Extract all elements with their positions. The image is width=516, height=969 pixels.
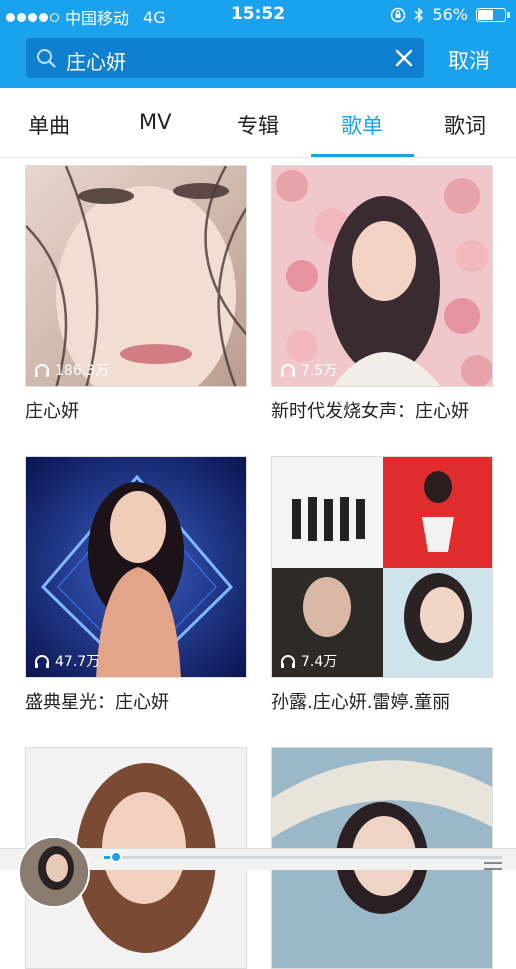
tab-lyrics[interactable]: 歌词 xyxy=(444,110,486,140)
cover-image xyxy=(272,457,492,677)
playlist-menu-icon[interactable] xyxy=(484,862,502,870)
progress-track[interactable] xyxy=(104,856,502,859)
headphones-icon xyxy=(35,364,49,377)
headphones-icon xyxy=(35,655,49,668)
status-right: 56% xyxy=(390,5,510,24)
tab-songs[interactable]: 单曲 xyxy=(28,110,70,140)
cover-image xyxy=(272,166,492,386)
playlist-cover[interactable]: 47.7万 xyxy=(25,456,247,678)
rotation-lock-icon xyxy=(391,7,406,22)
search-query: 庄心妍 xyxy=(66,50,126,74)
tab-albums[interactable]: 专辑 xyxy=(237,110,279,140)
battery-icon xyxy=(476,7,510,22)
cover-image xyxy=(26,457,246,677)
search-input[interactable]: 庄心妍 xyxy=(26,38,424,78)
tab-mv[interactable]: MV xyxy=(139,110,171,134)
search-icon xyxy=(37,49,56,68)
progress-knob[interactable] xyxy=(110,851,122,863)
battery-percent: 56% xyxy=(432,5,468,24)
tab-playlists[interactable]: 歌单 xyxy=(341,110,383,140)
play-count-value: 47.7万 xyxy=(55,654,101,670)
headphones-icon xyxy=(281,364,295,377)
play-count: 47.7万 xyxy=(34,651,100,671)
cancel-button[interactable]: 取消 xyxy=(448,45,490,75)
clear-icon[interactable] xyxy=(394,48,414,68)
cover-image xyxy=(26,166,246,386)
bluetooth-icon xyxy=(414,6,424,23)
play-count: 186.3万 xyxy=(34,360,109,380)
headphones-icon xyxy=(281,655,295,668)
playlist-title[interactable]: 新时代发烧女声：庄心妍 xyxy=(271,397,469,423)
playlist-cover[interactable]: 186.3万 xyxy=(25,165,247,387)
playlist-title[interactable]: 孙露.庄心妍.雷婷.童丽 xyxy=(271,688,450,714)
app-header: 中国移动 4G 15:52 56% 庄心妍 取消 xyxy=(0,0,516,88)
battery-level xyxy=(478,9,493,20)
play-count: 7.4万 xyxy=(280,651,337,671)
status-bar: 中国移动 4G 15:52 56% xyxy=(0,0,516,30)
tab-active-indicator xyxy=(311,154,414,157)
playlist-cover[interactable]: 7.4万 xyxy=(271,456,493,678)
playlist-cover[interactable]: 7.5万 xyxy=(271,165,493,387)
play-count-value: 7.5万 xyxy=(301,363,338,379)
tab-bar: 单曲 MV 专辑 歌单 歌词 xyxy=(0,88,516,158)
playlist-title[interactable]: 庄心妍 xyxy=(25,397,79,423)
play-count-value: 7.4万 xyxy=(301,654,338,670)
now-playing-avatar[interactable] xyxy=(18,836,90,908)
playlist-title[interactable]: 盛典星光：庄心妍 xyxy=(25,688,169,714)
play-count-value: 186.3万 xyxy=(55,363,110,379)
play-count: 7.5万 xyxy=(280,360,337,380)
